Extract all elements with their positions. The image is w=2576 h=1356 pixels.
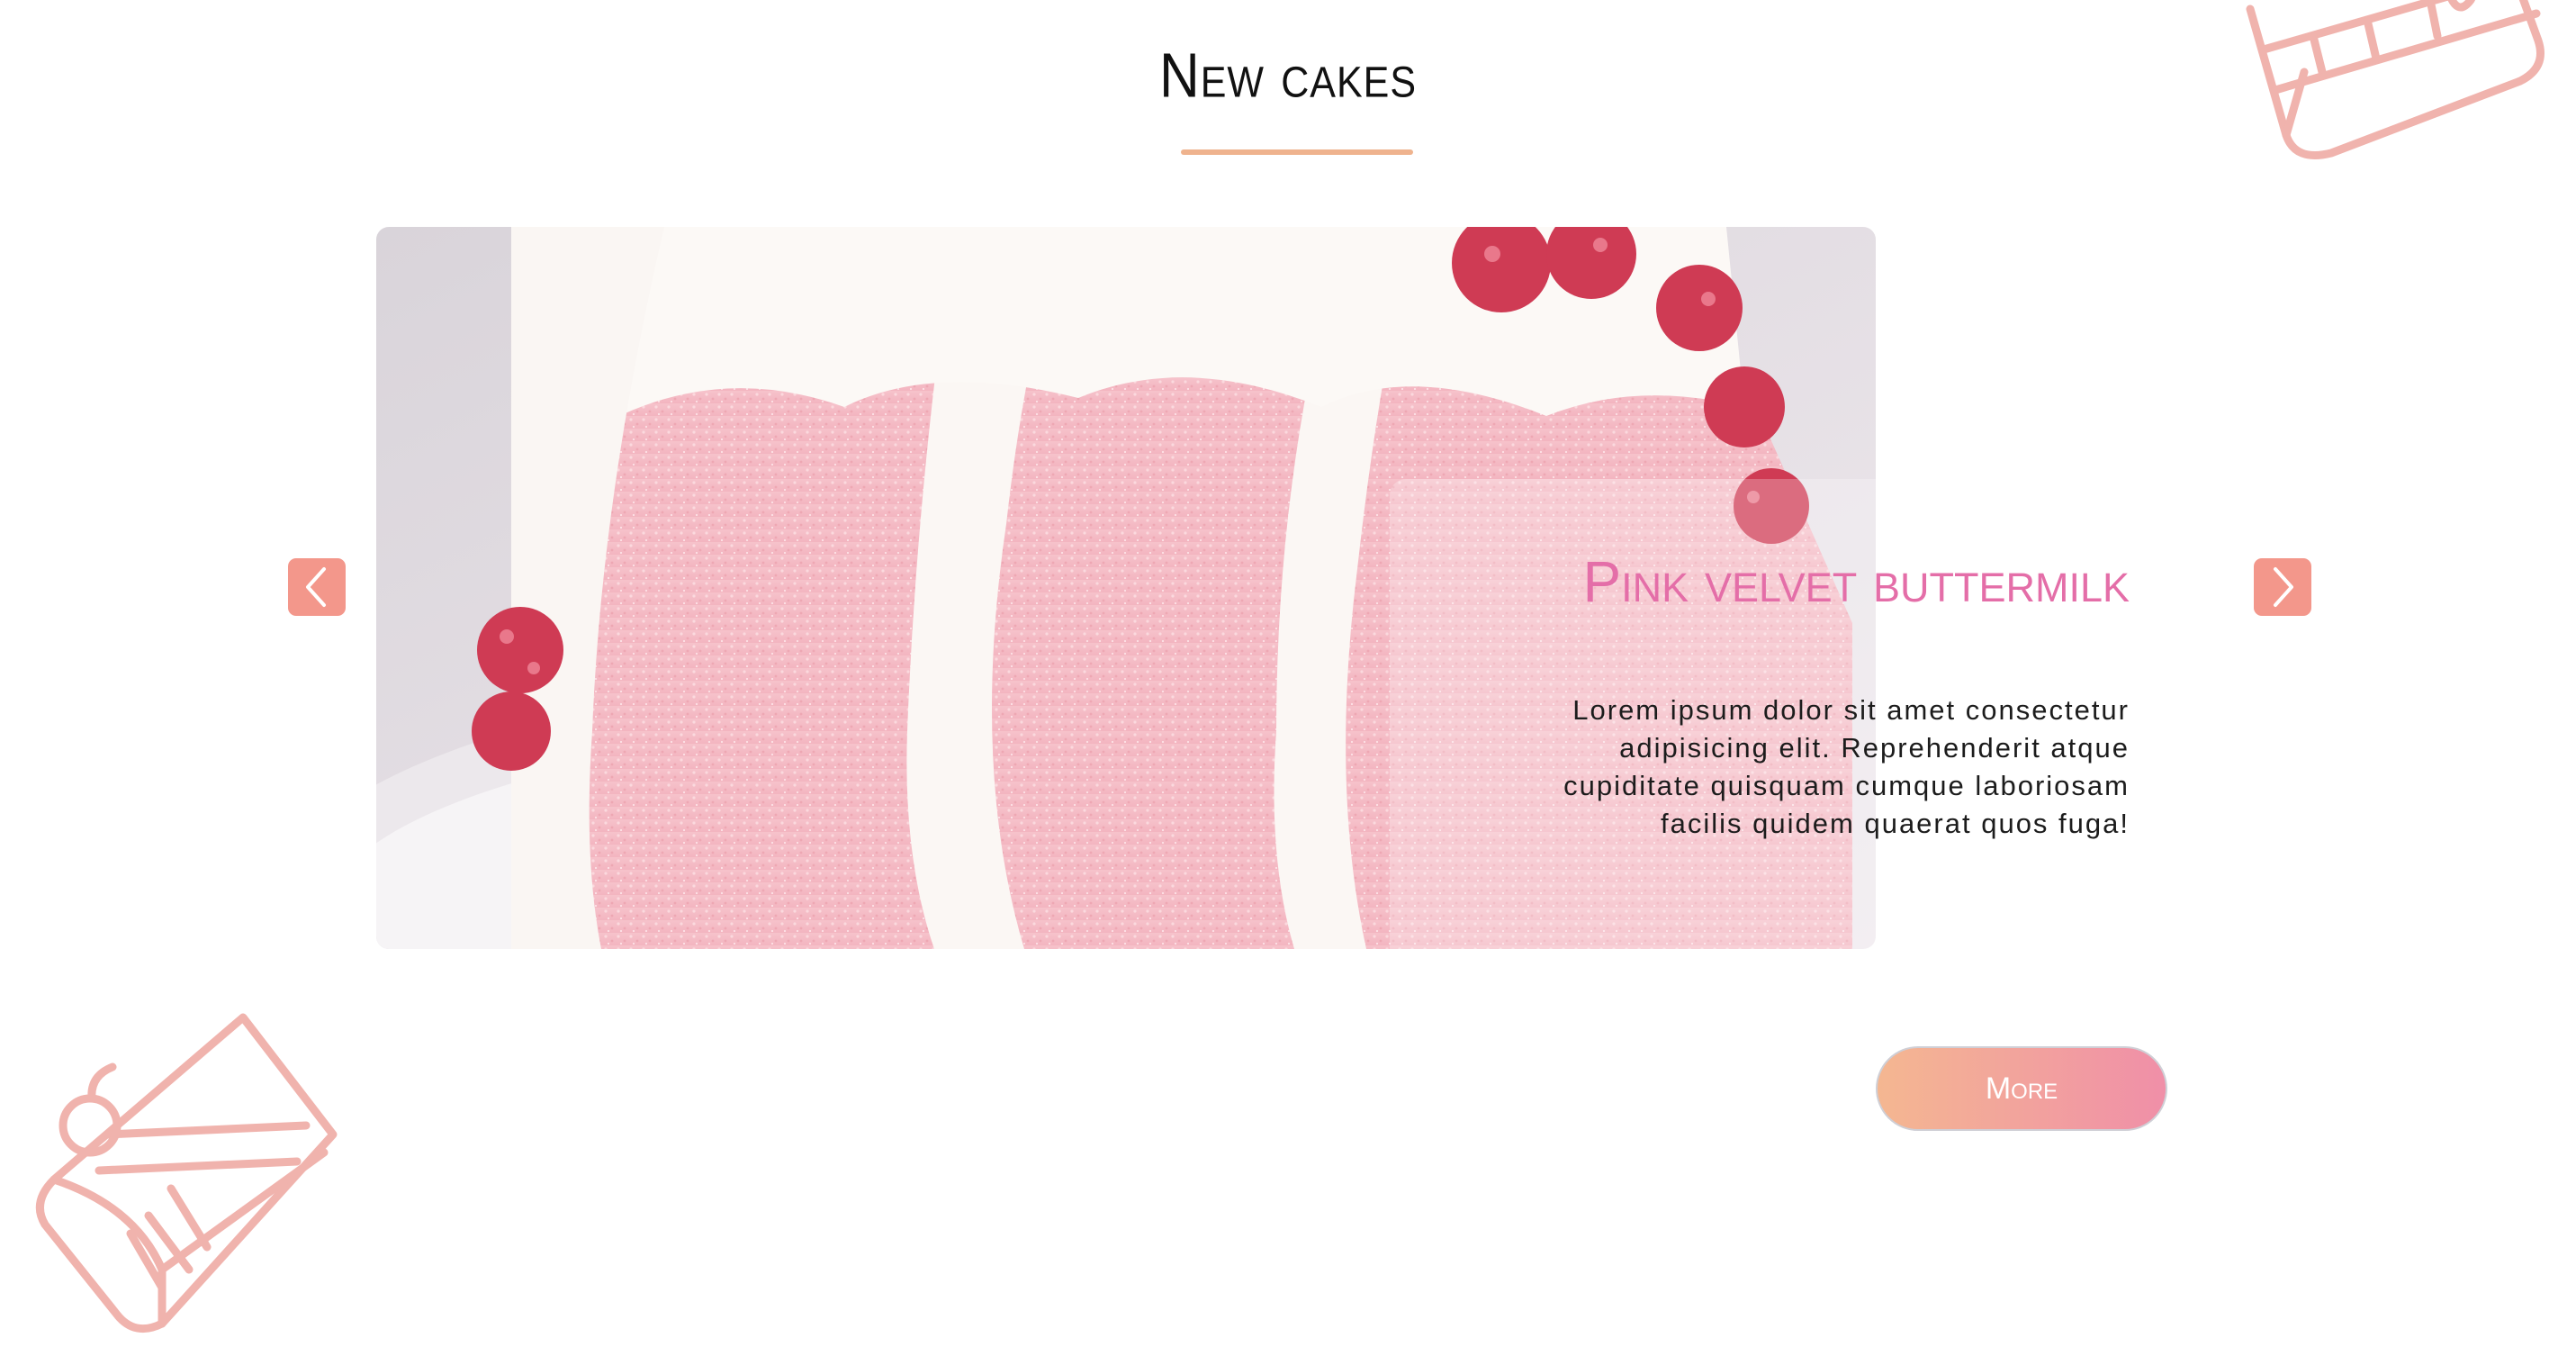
chevron-left-icon [306,567,326,607]
chevron-right-icon [2274,567,2293,607]
slide-title: Pink velvet buttermilk [1582,549,2130,614]
slide-description: Lorem ipsum dolor sit amet consectetur a… [1563,694,2130,839]
section-title: New cakes [1158,41,1418,112]
more-button[interactable]: More [1876,1046,2167,1131]
cake-slice-decoration-icon [35,1013,338,1333]
title-underline [1181,149,1413,155]
next-slide-button[interactable] [2254,558,2311,616]
prev-slide-button[interactable] [288,558,346,616]
